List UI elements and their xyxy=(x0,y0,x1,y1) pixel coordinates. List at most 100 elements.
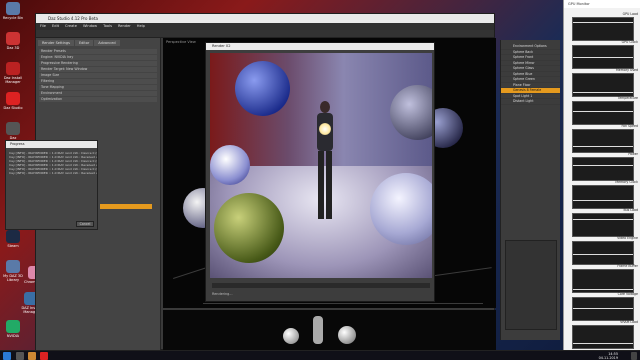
app-title-bar[interactable]: Daz Studio 4.12 Pro Beta xyxy=(36,14,494,23)
desktop-shortcut-label: Steam xyxy=(7,244,19,248)
progress-dialog-title[interactable]: Progress xyxy=(6,141,97,148)
render-setting-row[interactable]: Environment xyxy=(39,91,157,96)
tab-advanced[interactable]: Advanced xyxy=(94,40,120,46)
menu-item-help[interactable]: Help xyxy=(137,24,145,28)
steam-icon xyxy=(6,230,20,243)
gpu-graph-trace xyxy=(573,146,633,147)
green-sphere xyxy=(214,193,284,263)
cancel-button[interactable]: Cancel xyxy=(76,221,94,227)
notifications-icon[interactable] xyxy=(631,352,637,360)
glass-sphere-blue xyxy=(210,145,250,185)
aux-sphere xyxy=(283,328,299,344)
gpu-graph-label: Memory Clock xyxy=(615,180,638,184)
menu-item-tools[interactable]: Tools xyxy=(103,24,112,28)
gpu-graph-label: Fan Speed xyxy=(621,124,638,128)
gpu-graph-label: Temperature xyxy=(617,96,638,100)
render-setting-row[interactable]: Image Size xyxy=(39,73,157,78)
aux-sphere xyxy=(338,326,356,344)
gpu-graph-trace xyxy=(573,57,633,58)
surface-tree xyxy=(505,240,557,330)
desktop-shortcut[interactable]: Recycle Bin xyxy=(2,2,24,28)
menu-item-create[interactable]: Create xyxy=(65,24,77,28)
gpu-graph-label: Video Engine xyxy=(617,236,638,240)
gpu-graph-trace xyxy=(573,22,633,23)
menu-item-window[interactable]: Window xyxy=(83,24,97,28)
clock-date: 04.11.2019 xyxy=(598,356,618,360)
render-setting-row[interactable]: Optimization xyxy=(39,97,157,102)
app-title: Daz Studio 4.12 Pro Beta xyxy=(48,16,98,21)
gpu-graph-trace xyxy=(573,165,633,166)
scene-panel: Environment Options Sphere Back Sphere Fro… xyxy=(500,40,560,340)
taskbar: 14:55 04.11.2019 xyxy=(0,350,640,360)
gpu-graph xyxy=(572,157,634,181)
explorer-icon[interactable] xyxy=(28,352,36,360)
install-manager-icon xyxy=(6,62,20,75)
glass-sphere-clear xyxy=(370,173,432,245)
desktop-shortcut[interactable]: NVIDIA xyxy=(2,320,24,346)
highlighted-row[interactable] xyxy=(100,204,152,209)
gpu-graph-label: GPU Clock xyxy=(621,40,638,44)
render-window: Render 02 Rendering... xyxy=(205,42,435,302)
gpu-graph xyxy=(572,101,634,125)
render-settings-list: Render Presets Engine: NVIDIA Iray Progres… xyxy=(36,49,160,102)
menu-item-file[interactable]: File xyxy=(40,24,46,28)
desktop-shortcut[interactable]: Daz Install Manager xyxy=(2,62,24,88)
gpu-graph-label: GPU Load xyxy=(622,12,638,16)
desktop-shortcut[interactable]: My DAZ 3D Library xyxy=(2,260,24,286)
glow-orb xyxy=(319,123,331,135)
desktop-shortcut[interactable]: Steam xyxy=(2,230,24,256)
desktop-shortcut-label: Daz 3D xyxy=(6,46,20,50)
tab-editor[interactable]: Editor xyxy=(74,40,94,46)
gpu-monitor-title[interactable]: GPU Monitor xyxy=(564,0,640,8)
scene-list: Environment Options Sphere Back Sphere Fro… xyxy=(501,44,560,105)
progress-dialog: Progress Iray [INFO] - IRAY:RENDER :: 1.… xyxy=(5,140,98,230)
gpu-graph-trace xyxy=(573,111,633,112)
gpu-graph xyxy=(572,241,634,265)
daz-icon xyxy=(6,32,20,45)
studio-icon xyxy=(6,92,20,105)
desktop-shortcut[interactable]: Daz 3D xyxy=(2,32,24,58)
render-setting-row[interactable]: Render Target: New Window xyxy=(39,67,157,72)
render-setting-row[interactable]: Tone Mapping xyxy=(39,85,157,90)
scene-item[interactable]: Distant Light xyxy=(501,99,560,105)
start-icon[interactable] xyxy=(3,352,11,360)
render-setting-row[interactable]: Progressive Rendering xyxy=(39,61,157,66)
render-status: Rendering... xyxy=(212,292,233,296)
genesis-figure xyxy=(314,101,336,223)
viewport-label: Perspective View xyxy=(166,40,196,44)
gpu-graph-label: Frame Buffer xyxy=(617,264,638,268)
gpu-graph-label: Core Voltage xyxy=(617,292,638,296)
render-setting-row[interactable]: Engine: NVIDIA Iray xyxy=(39,55,157,60)
render-progress-track xyxy=(212,283,430,288)
gpu-graph xyxy=(572,213,634,237)
gpu-graph-trace xyxy=(573,308,633,309)
blue-sphere xyxy=(235,61,290,116)
aux-viewport[interactable] xyxy=(163,310,496,350)
daz-taskbar-icon[interactable] xyxy=(40,352,48,360)
gpu-graph-trace xyxy=(573,200,633,201)
menu-item-render[interactable]: Render xyxy=(118,24,131,28)
render-image xyxy=(210,53,432,278)
search-icon[interactable] xyxy=(16,352,24,360)
gpu-graph-trace xyxy=(573,219,633,220)
menu-item-edit[interactable]: Edit xyxy=(52,24,59,28)
aux-figure xyxy=(313,316,323,344)
gpu-graph xyxy=(572,129,634,153)
log-list: Iray [INFO] - IRAY:RENDER :: 1.0 IRAY re… xyxy=(6,151,97,175)
gpu-graph-trace xyxy=(573,289,633,290)
log-line: Iray [INFO] - IRAY:RENDER :: 1.0 IRAY re… xyxy=(9,171,97,175)
nvidia-icon xyxy=(6,320,20,333)
desktop-shortcut[interactable]: Daz Studio xyxy=(2,92,24,118)
figure-head xyxy=(320,101,330,113)
toolbar xyxy=(36,30,494,38)
gpu-graph-trace xyxy=(573,343,633,344)
tab-render-settings[interactable]: Render Settings xyxy=(38,40,74,46)
desktop-shortcut-label: Recycle Bin xyxy=(2,16,24,20)
library-icon xyxy=(6,260,20,273)
render-setting-row[interactable]: Filtering xyxy=(39,79,157,84)
render-setting-row[interactable]: Render Presets xyxy=(39,49,157,54)
render-window-title-bar[interactable]: Render 02 xyxy=(206,43,434,50)
gpu-graph-trace xyxy=(573,92,633,93)
gpu-graph xyxy=(572,17,634,41)
gpu-graph-label: Memory Used xyxy=(616,68,638,72)
